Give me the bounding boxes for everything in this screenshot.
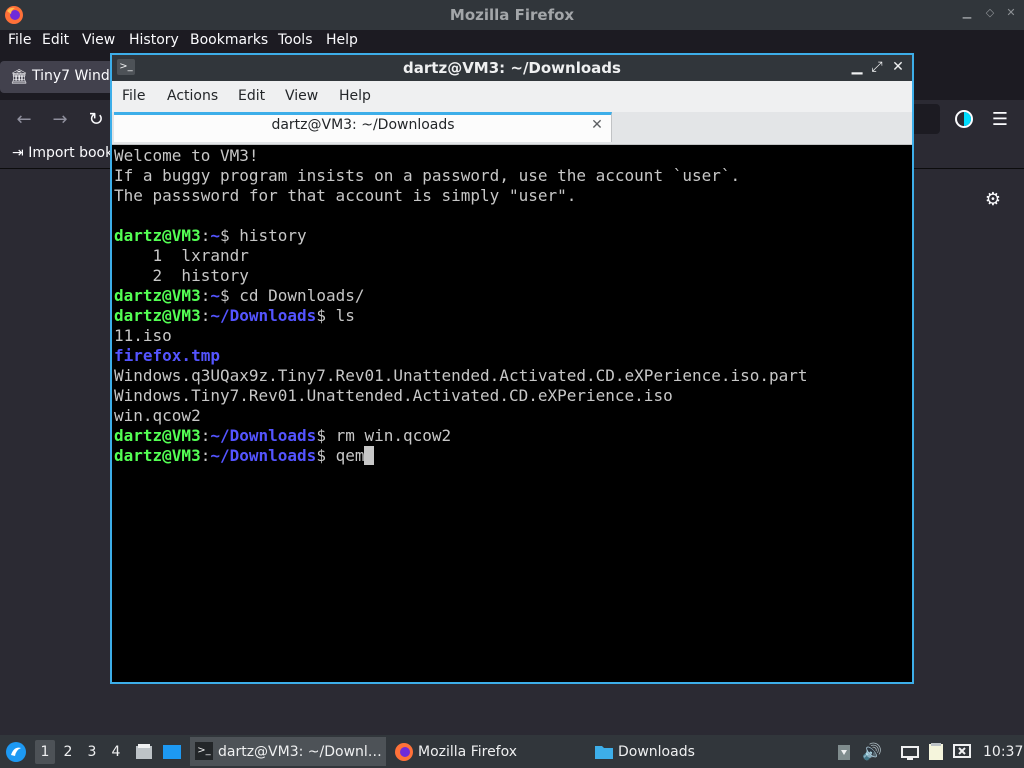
terminal-line: The passsword for that account is simply… <box>114 186 577 205</box>
reload-icon[interactable]: ↻ <box>84 108 108 132</box>
folder-icon[interactable] <box>594 742 614 762</box>
firefox-logo-icon <box>5 6 23 24</box>
prompt-colon: : <box>200 286 211 305</box>
firefox-tab-label: Tiny7 Windo <box>32 68 119 84</box>
prompt-user: dartz@VM3 <box>114 426 201 445</box>
clipboard-icon[interactable] <box>834 742 854 762</box>
terminal-menu-view[interactable]: View <box>285 88 318 104</box>
terminal-menu-help[interactable]: Help <box>339 88 371 104</box>
firefox-window-title: Mozilla Firefox <box>449 6 575 24</box>
prompt-path: ~/Downloads <box>210 446 317 465</box>
command-text: history <box>229 226 307 245</box>
task-downloads-label[interactable]: Downloads <box>618 744 695 760</box>
prompt-dollar: $ <box>316 446 326 465</box>
prompt-dollar: $ <box>316 306 326 325</box>
museum-icon: 🏛 <box>10 69 28 85</box>
account-icon[interactable] <box>954 109 974 129</box>
prompt-user: dartz@VM3 <box>114 226 201 245</box>
notifications-icon[interactable] <box>952 742 972 762</box>
task-terminal-label: dartz@VM3: ~/Downl… <box>218 744 382 760</box>
terminal-close-button[interactable]: ✕ <box>890 58 906 76</box>
show-desktop-icon[interactable] <box>162 742 182 762</box>
task-firefox-label[interactable]: Mozilla Firefox <box>418 744 517 760</box>
import-bookmarks-button[interactable]: ⇥ Import book <box>12 145 113 161</box>
start-menu-icon[interactable] <box>5 741 27 763</box>
terminal-menu-file[interactable]: File <box>122 88 145 104</box>
command-input[interactable]: qem <box>326 446 365 465</box>
terminal-window-title: dartz@VM3: ~/Downloads <box>403 59 621 77</box>
file-manager-icon[interactable] <box>134 742 154 762</box>
workspace-3[interactable]: 3 <box>84 744 100 760</box>
terminal-menu-edit[interactable]: Edit <box>238 88 265 104</box>
file-entry: 11.iso <box>114 326 172 345</box>
text-cursor <box>364 446 375 465</box>
firefox-close-button[interactable]: ✕ <box>1004 6 1018 20</box>
firefox-menu-tools[interactable]: Tools <box>278 32 313 48</box>
prompt-colon: : <box>200 226 211 245</box>
firefox-menu-view[interactable]: View <box>82 32 115 48</box>
network-icon[interactable] <box>900 742 920 762</box>
import-icon: ⇥ <box>12 145 24 161</box>
prompt-path: ~/Downloads <box>210 306 317 325</box>
terminal-line: 1 lxrandr <box>114 246 249 265</box>
terminal-maximize-button[interactable]: ⤢ <box>869 58 885 76</box>
prompt-dollar: $ <box>219 286 230 305</box>
gear-icon[interactable]: ⚙ <box>983 190 1003 210</box>
prompt-user: dartz@VM3 <box>114 286 201 305</box>
firefox-menu-bookmarks[interactable]: Bookmarks <box>190 32 268 48</box>
firefox-menu-file[interactable]: File <box>8 32 31 48</box>
command-text: rm win.qcow2 <box>325 426 452 445</box>
file-entry: Windows.q3UQax9z.Tiny7.Rev01.Unattended.… <box>114 366 808 385</box>
import-bookmarks-label: Import book <box>28 145 114 161</box>
terminal-line: If a buggy program insists on a password… <box>114 166 741 185</box>
command-text: cd Downloads/ <box>229 286 365 305</box>
file-entry: Windows.Tiny7.Rev01.Unattended.Activated… <box>114 386 673 405</box>
firefox-menu-edit[interactable]: Edit <box>42 32 69 48</box>
workspace-4[interactable]: 4 <box>108 744 124 760</box>
prompt-user: dartz@VM3 <box>114 306 201 325</box>
directory-entry: firefox.tmp <box>114 346 220 365</box>
prompt-path: ~/Downloads <box>210 426 317 445</box>
workspace-1[interactable]: 1 <box>35 740 55 764</box>
firefox-minimize-button[interactable]: ▁ <box>960 6 974 20</box>
prompt-colon: : <box>200 426 211 445</box>
prompt-colon: : <box>200 306 211 325</box>
workspace-2[interactable]: 2 <box>60 744 76 760</box>
prompt-dollar: $ <box>219 226 230 245</box>
terminal-output: Welcome to VM3! If a buggy program insis… <box>114 146 808 466</box>
command-text: ls <box>325 306 355 325</box>
firefox-menu-help[interactable]: Help <box>326 32 358 48</box>
back-arrow-icon[interactable]: ← <box>12 108 36 132</box>
prompt-path: ~ <box>210 286 220 305</box>
terminal-menu-actions[interactable]: Actions <box>167 88 218 104</box>
terminal-icon: >_ <box>195 742 213 760</box>
terminal-tab-label: dartz@VM3: ~/Downloads <box>271 117 455 133</box>
terminal-menubar <box>112 81 912 112</box>
prompt-dollar: $ <box>316 426 326 445</box>
firefox-menu-history[interactable]: History <box>129 32 179 48</box>
firefox-maximize-button[interactable]: ◇ <box>983 6 997 20</box>
tab-close-icon[interactable]: ✕ <box>590 117 604 133</box>
forward-arrow-icon[interactable]: → <box>48 108 72 132</box>
terminal-line: 2 history <box>114 266 249 285</box>
prompt-user: dartz@VM3 <box>114 446 201 465</box>
terminal-minimize-button[interactable]: ▁ <box>849 58 865 76</box>
terminal-line: Welcome to VM3! <box>114 146 259 165</box>
notes-icon[interactable] <box>926 742 946 762</box>
clock[interactable]: 10:37 <box>983 744 1023 760</box>
prompt-colon: : <box>200 446 211 465</box>
file-entry: win.qcow2 <box>114 406 201 425</box>
firefox-icon[interactable] <box>394 742 414 762</box>
volume-icon[interactable]: 🔊 <box>862 742 882 761</box>
prompt-path: ~ <box>210 226 220 245</box>
hamburger-menu-icon[interactable]: ☰ <box>988 108 1012 132</box>
